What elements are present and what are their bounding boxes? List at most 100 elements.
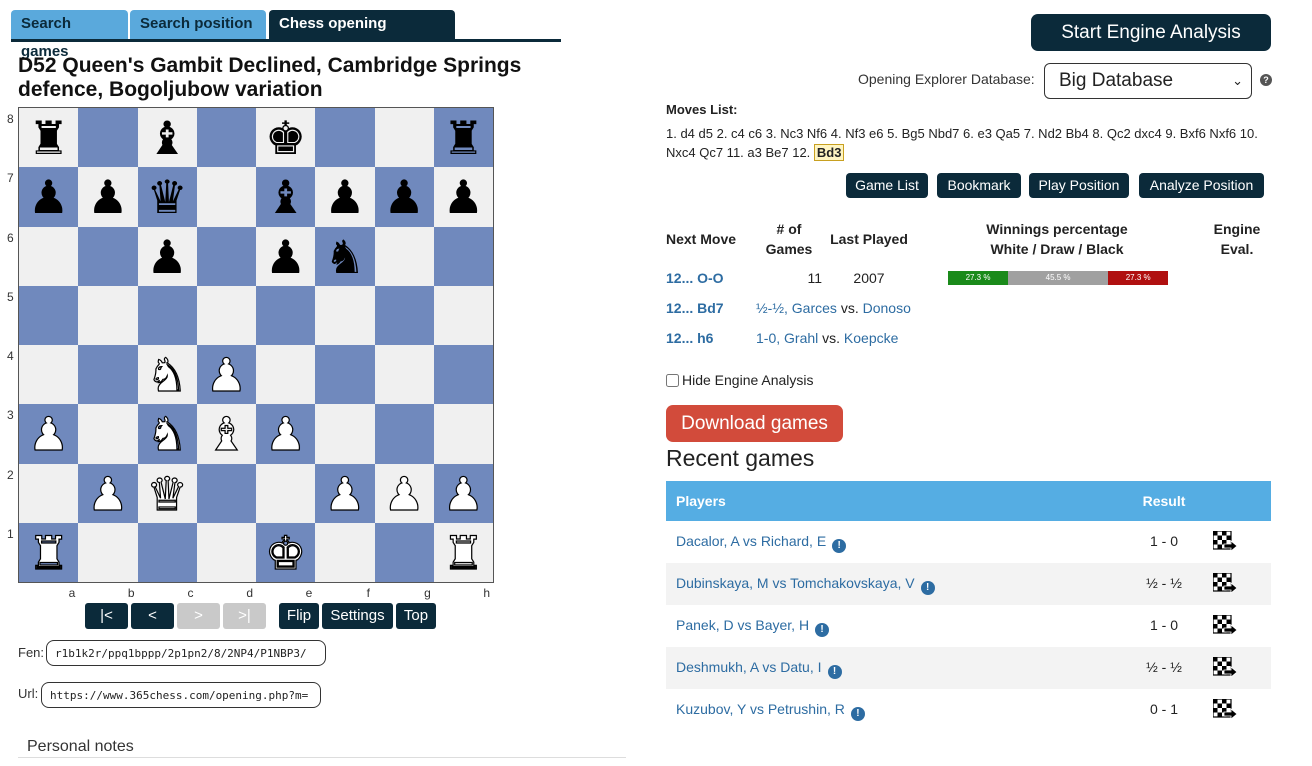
board-replay-icon[interactable] (1213, 573, 1237, 595)
square-b8[interactable] (78, 108, 138, 168)
square-c8[interactable] (137, 108, 197, 168)
square-h4[interactable] (433, 345, 493, 405)
square-d5[interactable] (196, 285, 256, 345)
game-result-link[interactable]: 1-0 (756, 330, 776, 346)
square-b5[interactable] (78, 285, 138, 345)
players-link[interactable]: Dubinskaya, M vs Tomchakovskaya, V! (676, 575, 935, 595)
tab-search-games[interactable]: Search games (11, 10, 128, 60)
square-h2[interactable] (433, 463, 493, 523)
square-g8[interactable] (374, 108, 434, 168)
square-e3[interactable] (256, 404, 316, 464)
game-result-link[interactable]: ½-½ (756, 300, 784, 316)
square-g5[interactable] (374, 285, 434, 345)
square-g6[interactable] (374, 226, 434, 286)
info-icon[interactable]: ! (815, 623, 830, 637)
square-f8[interactable] (315, 108, 375, 168)
next-move-link[interactable]: 12... Bd7 (666, 300, 724, 316)
analyze-position-button[interactable]: Analyze Position (1139, 173, 1264, 198)
square-d7[interactable] (196, 167, 256, 227)
square-c1[interactable] (137, 522, 197, 582)
square-c4[interactable] (137, 345, 197, 405)
square-a3[interactable] (19, 404, 79, 464)
board-replay-icon[interactable] (1213, 657, 1237, 679)
info-icon[interactable]: ! (850, 707, 865, 721)
square-c3[interactable] (137, 404, 197, 464)
square-e1[interactable] (256, 522, 316, 582)
square-a8[interactable] (19, 108, 79, 168)
square-g2[interactable] (374, 463, 434, 523)
square-c7[interactable] (137, 167, 197, 227)
square-c5[interactable] (137, 285, 197, 345)
square-b2[interactable] (78, 463, 138, 523)
start-engine-analysis-button[interactable]: Start Engine Analysis (1031, 14, 1271, 51)
first-move-button[interactable]: |< (85, 603, 128, 629)
square-d2[interactable] (196, 463, 256, 523)
square-d1[interactable] (196, 522, 256, 582)
square-h5[interactable] (433, 285, 493, 345)
hide-engine-analysis[interactable]: Hide Engine Analysis (666, 372, 814, 388)
help-icon[interactable]: ? (1260, 74, 1272, 86)
players-text[interactable]: Deshmukh, A vs Datu, I (676, 659, 822, 675)
players-link[interactable]: Deshmukh, A vs Datu, I! (676, 659, 842, 679)
square-g1[interactable] (374, 522, 434, 582)
square-f6[interactable] (315, 226, 375, 286)
square-e4[interactable] (256, 345, 316, 405)
square-e2[interactable] (256, 463, 316, 523)
square-f4[interactable] (315, 345, 375, 405)
square-h8[interactable] (433, 108, 493, 168)
square-d6[interactable] (196, 226, 256, 286)
white-player-link[interactable]: Grahl (784, 330, 818, 346)
moves-list[interactable]: 1. d4 d5 2. c4 c6 3. Nc3 Nf6 4. Nf3 e6 5… (666, 124, 1266, 162)
square-a4[interactable] (19, 345, 79, 405)
square-d8[interactable] (196, 108, 256, 168)
info-icon[interactable]: ! (827, 665, 842, 679)
hide-engine-checkbox[interactable] (666, 374, 679, 387)
database-select[interactable]: Big Database ⌄ (1044, 63, 1252, 99)
next-move-link[interactable]: 12... O-O (666, 270, 724, 286)
square-a1[interactable] (19, 522, 79, 582)
square-d4[interactable] (196, 345, 256, 405)
square-c2[interactable] (137, 463, 197, 523)
square-a7[interactable] (19, 167, 79, 227)
black-player-link[interactable]: Koepcke (844, 330, 898, 346)
players-text[interactable]: Dacalor, A vs Richard, E (676, 533, 826, 549)
square-f2[interactable] (315, 463, 375, 523)
board-replay-icon[interactable] (1213, 615, 1237, 637)
square-c6[interactable] (137, 226, 197, 286)
info-icon[interactable]: ! (920, 581, 935, 595)
url-field[interactable]: https://www.365chess.com/opening.php?m= (41, 682, 321, 708)
players-text[interactable]: Dubinskaya, M vs Tomchakovskaya, V (676, 575, 915, 591)
square-a6[interactable] (19, 226, 79, 286)
square-f5[interactable] (315, 285, 375, 345)
square-f1[interactable] (315, 522, 375, 582)
play-position-button[interactable]: Play Position (1029, 173, 1129, 198)
players-link[interactable]: Dacalor, A vs Richard, E! (676, 533, 847, 553)
square-g7[interactable] (374, 167, 434, 227)
white-player-link[interactable]: Garces (792, 300, 837, 316)
square-b4[interactable] (78, 345, 138, 405)
square-a5[interactable] (19, 285, 79, 345)
players-link[interactable]: Panek, D vs Bayer, H! (676, 617, 830, 637)
square-b3[interactable] (78, 404, 138, 464)
previous-move-button[interactable]: < (131, 603, 174, 629)
square-b1[interactable] (78, 522, 138, 582)
fen-field[interactable]: r1b1k2r/ppq1bppp/2p1pn2/8/2NP4/P1NBP3/ (46, 640, 326, 666)
info-icon[interactable]: ! (832, 539, 847, 553)
players-text[interactable]: Kuzubov, Y vs Petrushin, R (676, 701, 845, 717)
board-replay-icon[interactable] (1213, 699, 1237, 721)
chess-board[interactable]: ♜ ♝ ♚ ♜ ♟ ♟ ♛ ♝ ♟ ♟ ♟ ♟ ♟ ♞ ♞ ♟ ♟ ♞ ♝ ♟ ♟ ♛ ♟ ♟ ♟ ♜ ♚ ♜ (18, 107, 494, 583)
settings-button[interactable]: Settings (322, 603, 393, 629)
flip-button[interactable]: Flip (279, 603, 319, 629)
players-link[interactable]: Kuzubov, Y vs Petrushin, R! (676, 701, 865, 721)
top-button[interactable]: Top (396, 603, 436, 629)
current-move[interactable]: Bd3 (813, 144, 845, 161)
bookmark-button[interactable]: Bookmark (937, 173, 1021, 198)
square-b7[interactable] (78, 167, 138, 227)
tab-search-position[interactable]: Search position (130, 10, 266, 39)
last-move-button[interactable]: >| (223, 603, 266, 629)
square-g3[interactable] (374, 404, 434, 464)
black-player-link[interactable]: Donoso (863, 300, 911, 316)
square-b6[interactable] (78, 226, 138, 286)
next-move-button[interactable]: > (177, 603, 220, 629)
square-h7[interactable] (433, 167, 493, 227)
